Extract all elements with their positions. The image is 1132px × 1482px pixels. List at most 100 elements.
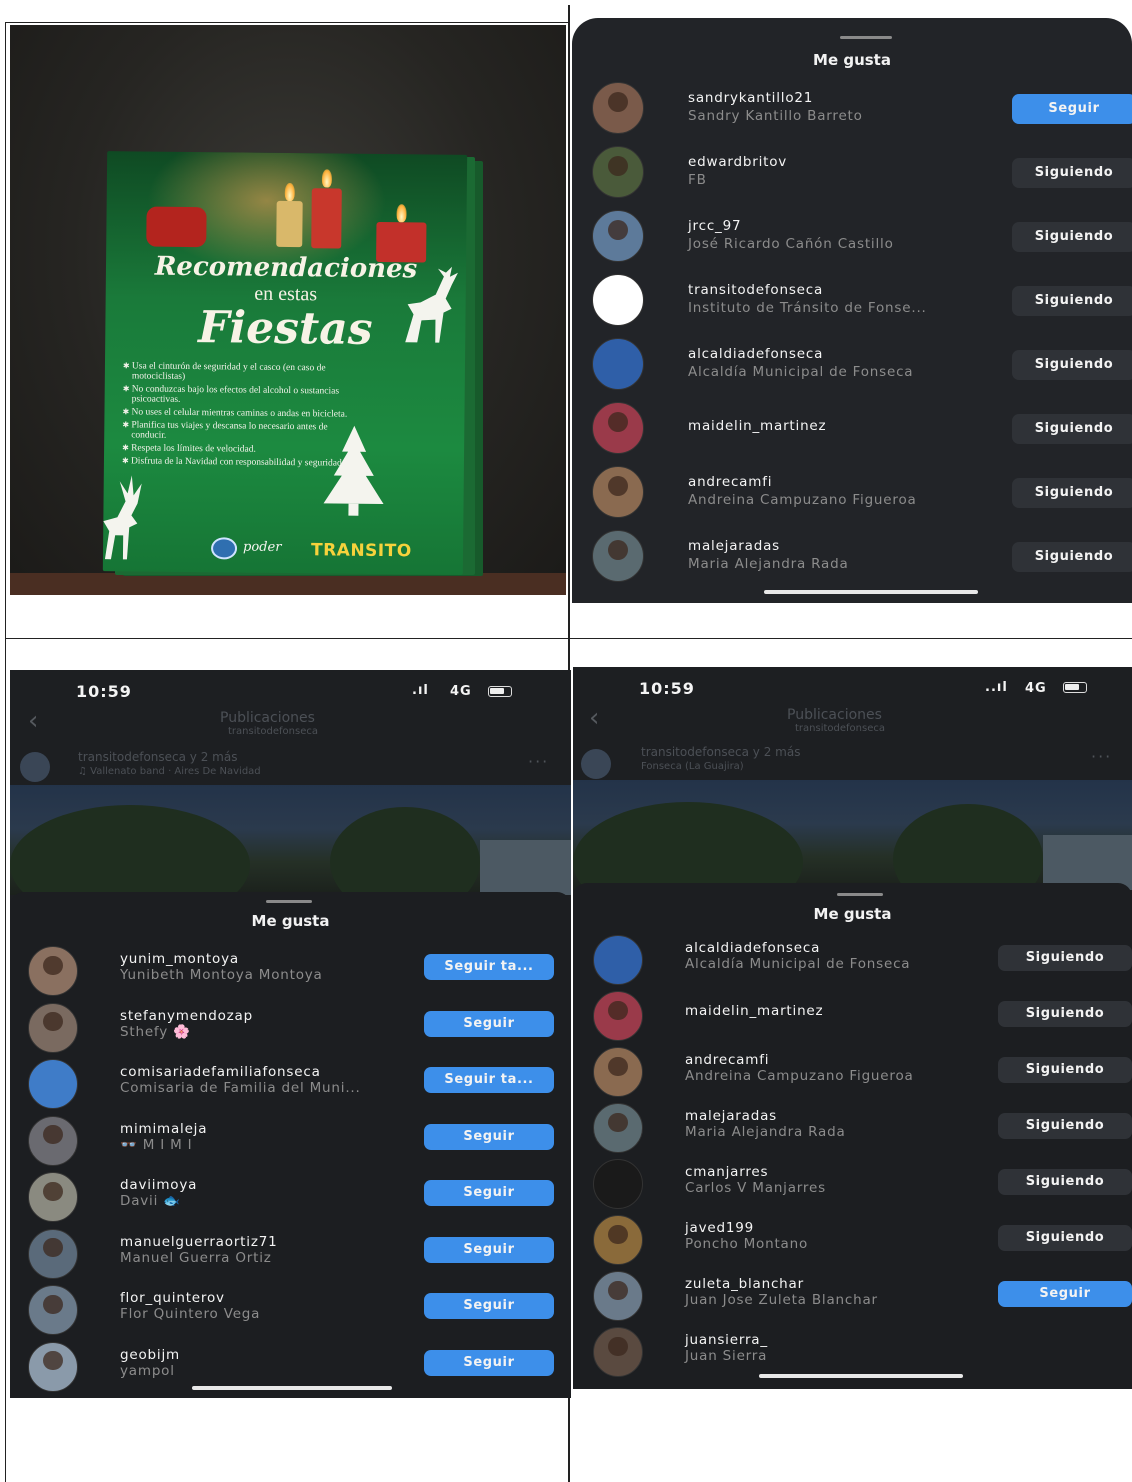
following-button[interactable]: Siguiendo [998,945,1132,971]
username-label[interactable]: stefanymendozap [120,1008,253,1024]
username-label[interactable]: jrcc_97 [688,218,741,234]
username-label[interactable]: edwardbritov [688,154,787,170]
username-label[interactable]: andrecamfi [688,474,772,490]
list-item[interactable]: cmanjarres Carlos V Manjarres Siguiendo [573,1159,1132,1215]
follow-button[interactable]: Seguir [998,1281,1132,1307]
avatar[interactable] [592,210,644,262]
avatar[interactable] [28,1228,78,1279]
avatar[interactable] [28,1341,78,1392]
list-item[interactable]: maidelin_martinez Siguiendo [573,991,1132,1047]
more-options-icon[interactable]: ··· [528,752,549,771]
username-label[interactable]: alcaldiadefonseca [685,940,820,956]
following-button[interactable]: Siguiendo [1012,158,1132,188]
avatar[interactable] [592,274,644,326]
follow-button[interactable]: Seguir [424,1010,554,1037]
username-label[interactable]: comisariadefamiliafonseca [120,1064,321,1080]
back-chevron-icon[interactable]: ‹ [28,706,38,736]
list-item[interactable]: alcaldiadefonseca Alcaldía Municipal de F… [572,338,1132,402]
list-item[interactable]: malejaradas Maria Alejandra Rada Siguiendo [572,530,1132,594]
username-label[interactable]: zuleta_blanchar [685,1276,804,1292]
avatar[interactable] [28,1002,78,1053]
list-item[interactable]: alcaldiadefonseca Alcaldía Municipal de F… [573,935,1132,991]
username-label[interactable]: andrecamfi [685,1052,769,1068]
avatar[interactable] [593,935,643,985]
username-label[interactable]: daviimoya [120,1177,197,1193]
list-item[interactable]: daviimoya Davii 🐟 Seguir [10,1172,571,1229]
list-item[interactable]: andrecamfi Andreina Campuzano Figueroa Sig… [573,1047,1132,1103]
post-author-avatar[interactable] [581,749,611,779]
username-label[interactable]: malejaradas [685,1108,777,1124]
list-item[interactable]: edwardbritov FB Siguiendo [572,146,1132,210]
follow-button[interactable]: Seguir [424,1123,554,1150]
username-label[interactable]: flor_quinterov [120,1290,225,1306]
follow-button[interactable]: Seguir [424,1293,554,1319]
avatar[interactable] [593,1215,643,1265]
username-label[interactable]: juansierra_ [685,1332,768,1348]
username-label[interactable]: maidelin_martinez [688,418,826,434]
username-label[interactable]: geobijm [120,1347,180,1363]
post-author-avatar[interactable] [20,752,50,782]
drag-handle[interactable] [266,900,312,903]
avatar[interactable] [28,946,78,996]
list-item[interactable]: javed199 Poncho Montano Siguiendo [573,1215,1132,1271]
follow-button[interactable]: Seguir [1012,94,1132,124]
following-button[interactable]: Siguiendo [1012,286,1132,316]
more-options-icon[interactable]: ··· [1091,747,1112,766]
avatar[interactable] [593,1159,643,1209]
avatar[interactable] [28,1115,78,1166]
post-location[interactable]: Fonseca (La Guajira) [641,761,744,772]
username-label[interactable]: maidelin_martinez [685,1003,823,1019]
follow-button[interactable]: Seguir [424,1236,554,1263]
username-label[interactable]: javed199 [685,1220,754,1236]
avatar[interactable] [593,1327,643,1377]
list-item[interactable]: transitodefonseca Instituto de Tránsito d… [572,274,1132,338]
username-label[interactable]: mimimaleja [120,1121,207,1137]
list-item[interactable]: sandrykantillo21 Sandry Kantillo Barreto S… [572,82,1132,146]
list-item[interactable]: manuelguerraortiz71 Manuel Guerra Ortiz Se… [10,1228,571,1286]
username-label[interactable]: manuelguerraortiz71 [120,1234,277,1250]
drag-handle[interactable] [840,36,892,39]
avatar[interactable] [593,991,643,1041]
back-chevron-icon[interactable]: ‹ [589,703,599,733]
following-button[interactable]: Siguiendo [998,1001,1132,1027]
username-label[interactable]: alcaldiadefonseca [688,346,823,362]
avatar[interactable] [592,338,644,390]
follow-button[interactable]: Seguir ta... [424,1067,554,1093]
following-button[interactable]: Siguiendo [1012,542,1132,572]
following-button[interactable]: Siguiendo [998,1225,1132,1251]
list-item[interactable]: malejaradas Maria Alejandra Rada Siguiendo [573,1103,1132,1159]
avatar[interactable] [28,1285,78,1335]
list-item[interactable]: stefanymendozap Sthefy 🌸 Seguir [10,1002,571,1060]
avatar[interactable] [592,82,644,134]
avatar[interactable] [28,1172,78,1222]
following-button[interactable]: Siguiendo [1012,478,1132,508]
list-item[interactable]: flor_quinterov Flor Quintero Vega Seguir [10,1285,571,1342]
list-item[interactable]: jrcc_97 José Ricardo Cañón Castillo Siguie… [572,210,1132,274]
following-button[interactable]: Siguiendo [1012,222,1132,252]
list-item[interactable]: maidelin_martinez Siguiendo [572,402,1132,466]
following-button[interactable]: Siguiendo [998,1057,1132,1083]
avatar[interactable] [592,402,644,454]
username-label[interactable]: sandrykantillo21 [688,90,813,106]
post-audio[interactable]: ♫ Vallenato band · Aires De Navidad [78,766,261,777]
following-button[interactable]: Siguiendo [998,1113,1132,1139]
avatar[interactable] [28,1059,78,1109]
list-item[interactable]: andrecamfi Andreina Campuzano Figueroa Sig… [572,466,1132,530]
list-item[interactable]: yunim_montoya Yunibeth Montoya Montoya Seg… [10,946,571,1003]
following-button[interactable]: Siguiendo [998,1169,1132,1195]
drag-handle[interactable] [837,893,883,896]
following-button[interactable]: Siguiendo [1012,350,1132,380]
follow-button[interactable]: Seguir [424,1349,554,1376]
avatar[interactable] [592,530,644,582]
list-item[interactable]: zuleta_blanchar Juan Jose Zuleta Blanchar… [573,1271,1132,1327]
post-authors[interactable]: transitodefonseca y 2 más [78,750,237,764]
list-item[interactable]: mimimaleja 👓 M I M I Seguir [10,1115,571,1173]
following-button[interactable]: Siguiendo [1012,414,1132,444]
avatar[interactable] [592,146,644,198]
follow-button[interactable]: Seguir [424,1180,554,1206]
list-item[interactable]: comisariadefamiliafonseca Comisaria de Fa… [10,1059,571,1116]
username-label[interactable]: cmanjarres [685,1164,768,1180]
username-label[interactable]: transitodefonseca [688,282,823,298]
username-label[interactable]: malejaradas [688,538,780,554]
avatar[interactable] [593,1271,643,1321]
